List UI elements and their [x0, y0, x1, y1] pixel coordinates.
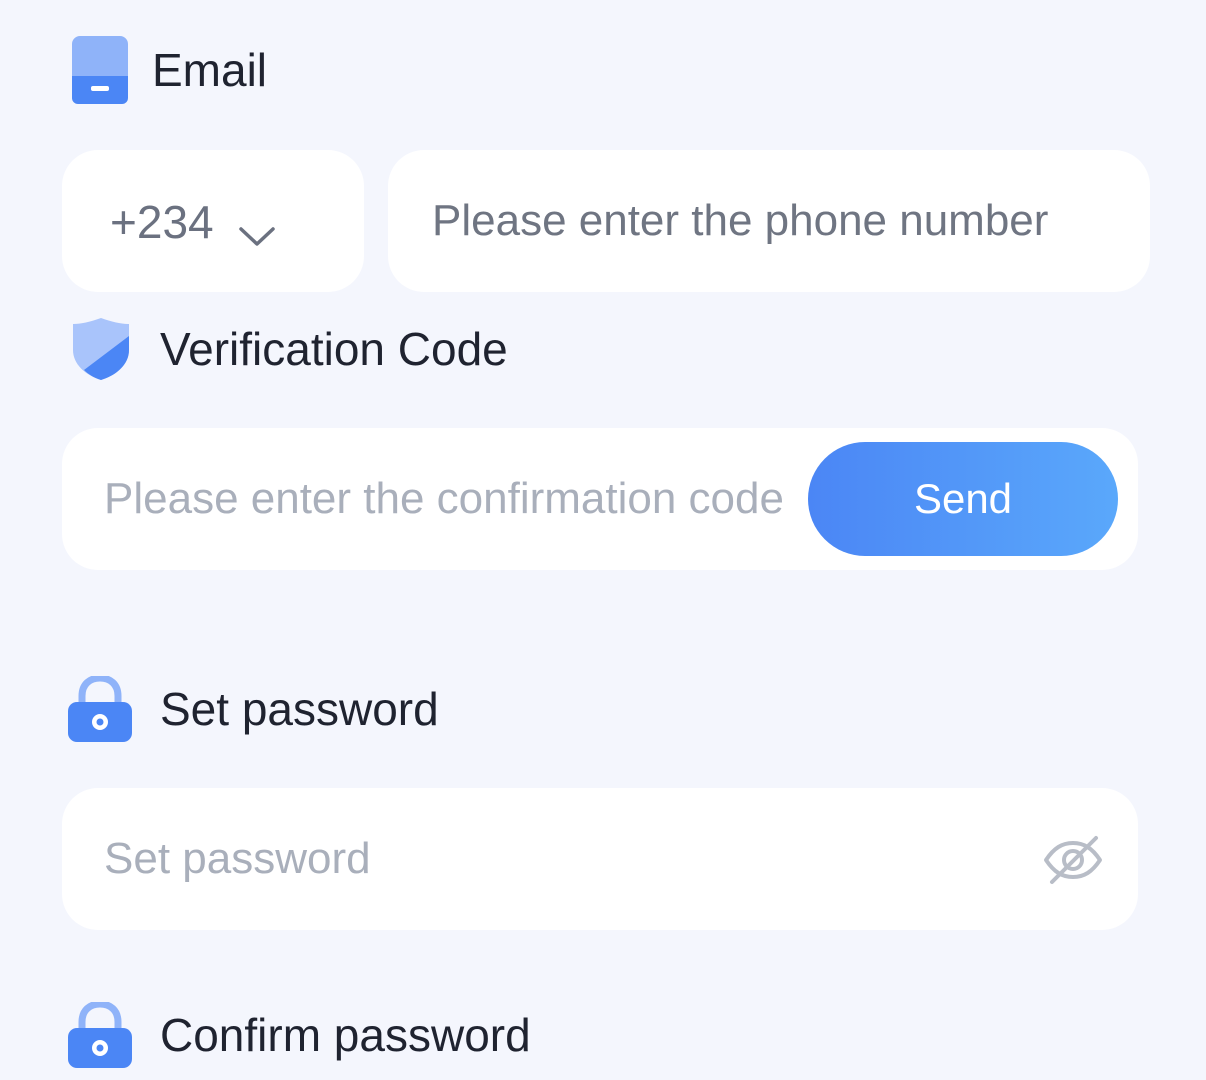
country-code-value: +234 — [110, 196, 214, 248]
phone-number-placeholder: Please enter the phone number — [432, 196, 1049, 245]
eye-off-icon[interactable] — [1042, 834, 1104, 886]
phone-number-input[interactable]: Please enter the phone number — [388, 150, 1150, 292]
country-code-display: +234 — [110, 196, 276, 248]
confirm-password-section-title: Confirm password — [160, 1009, 531, 1061]
set-password-placeholder: Set password — [104, 834, 371, 883]
verification-code-placeholder: Please enter the confirmation code — [104, 474, 784, 523]
set-password-input[interactable]: Set password — [62, 788, 1138, 930]
lock-icon — [68, 674, 132, 742]
lock-icon — [68, 1000, 132, 1068]
verification-section-title: Verification Code — [160, 323, 508, 375]
send-code-button[interactable]: Send — [808, 442, 1118, 556]
register-form: Email +234 Please enter the phone number… — [0, 0, 1206, 1080]
confirm-password-section-header: Confirm password — [68, 1000, 531, 1068]
verification-section-header: Verification Code — [70, 316, 508, 382]
shield-icon — [70, 316, 132, 382]
chevron-down-icon — [238, 210, 276, 246]
email-section-header: Email — [72, 36, 267, 104]
password-section-header: Set password — [68, 674, 439, 742]
email-section-title: Email — [152, 44, 268, 96]
password-section-title: Set password — [160, 683, 439, 735]
inbox-icon — [72, 36, 128, 104]
country-code-select[interactable]: +234 — [62, 150, 364, 292]
